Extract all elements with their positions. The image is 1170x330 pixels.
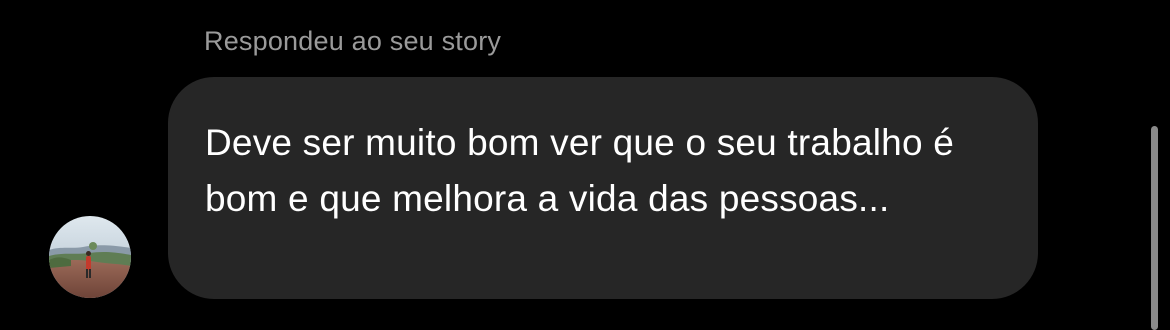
message-text: Deve ser muito bom ver que o seu trabalh… bbox=[205, 122, 954, 219]
chat-thread: Respondeu ao seu story Deve ser muito bo… bbox=[0, 0, 1170, 330]
story-reply-label: Respondeu ao seu story bbox=[204, 26, 502, 56]
message-bubble[interactable]: Deve ser muito bom ver que o seu trabalh… bbox=[168, 77, 1038, 299]
profile-photo-icon bbox=[49, 216, 131, 298]
sender-avatar[interactable] bbox=[49, 216, 131, 298]
scrollbar[interactable] bbox=[1151, 126, 1158, 330]
